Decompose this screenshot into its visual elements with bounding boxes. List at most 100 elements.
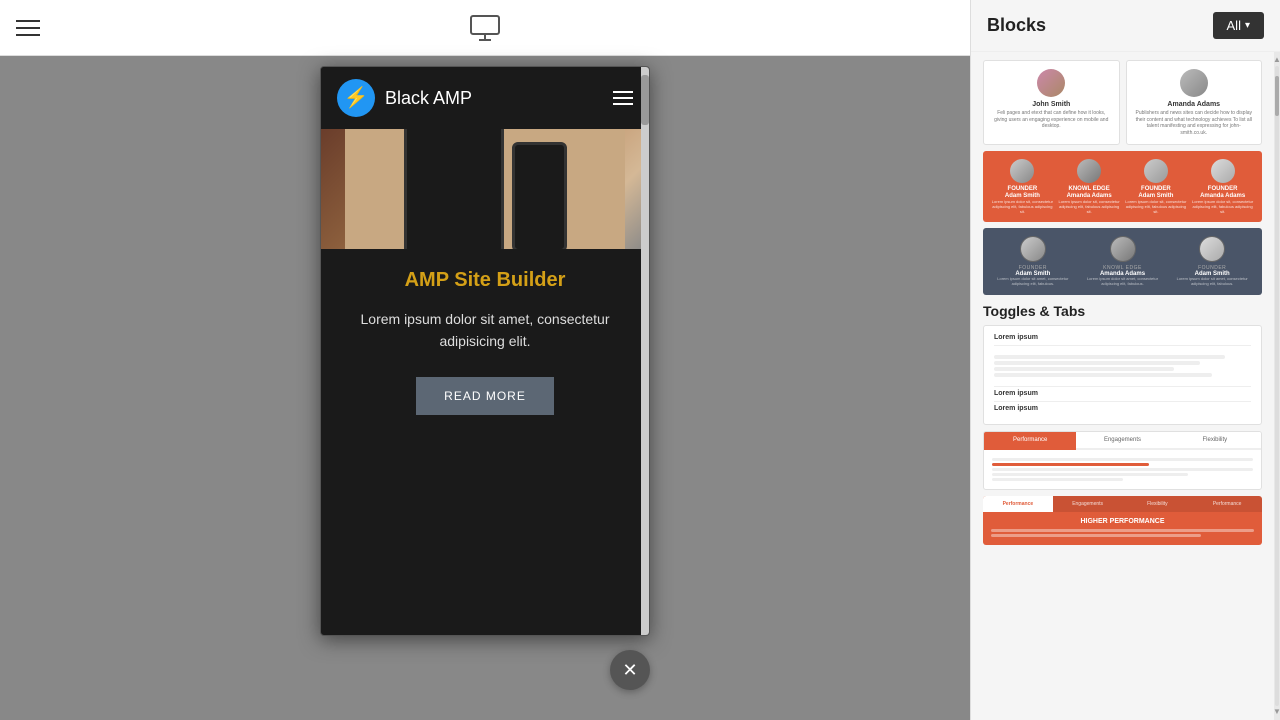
tabs-line-4 (992, 473, 1188, 476)
toggle-item-2: Lorem ipsum (994, 390, 1251, 397)
toggle-divider-2 (994, 386, 1251, 387)
phone-hero-image (321, 129, 649, 249)
tabs2-content: HIGHER PERFORMANCE (983, 512, 1262, 545)
tab-engagements[interactable]: Engagements (1076, 432, 1168, 450)
team-4col-desc-2: Lorem ipsum dolor sit, consectetur adipi… (1058, 200, 1121, 214)
phone-device-icon (512, 142, 567, 250)
phone-heading: AMP Site Builder (341, 269, 629, 292)
toggle-item-1: Lorem ipsum (994, 334, 1251, 341)
toggles-tabs-section-label: Toggles & Tabs (983, 303, 1262, 319)
tabs2-line-2 (991, 534, 1201, 537)
avatar-3col-3 (1199, 236, 1225, 262)
phone-content: AMP Site Builder Lorem ipsum dolor sit a… (321, 249, 649, 435)
tabs-content (984, 450, 1261, 489)
tabs-line-2 (992, 463, 1149, 466)
team-block-2col: John Smith Feli pages and etext that can… (983, 60, 1262, 145)
tabs-block-2[interactable]: Performance Engagements Flexibility (983, 431, 1262, 490)
toggle-divider-3 (994, 401, 1251, 402)
tablet-icon (404, 129, 504, 249)
tabs-line-1 (992, 458, 1253, 461)
lightning-icon: ⚡ (337, 79, 375, 117)
team-4col-item-4: FOUNDER Amanda Adams Lorem ipsum dolor s… (1191, 159, 1254, 214)
device-mockup (345, 129, 625, 249)
close-button[interactable]: ✕ (610, 650, 650, 690)
avatar-4col-4 (1211, 159, 1235, 183)
blocks-title: Blocks (987, 15, 1046, 36)
phone-body-text: Lorem ipsum dolor sit amet, consectetur … (341, 308, 629, 353)
team-3col-desc-2: Lorem ipsum dolor sit amet, consectetur … (1081, 277, 1165, 287)
phone-logo: ⚡ Black AMP (337, 79, 472, 117)
team-4col-desc-1: Lorem ipsum dolor sit, consectetur adipi… (991, 200, 1054, 214)
toggle-block-1[interactable]: Lorem ipsum Lorem ipsum Lorem ipsum (983, 325, 1262, 425)
avatar-4col-1 (1010, 159, 1034, 183)
scroll-up-arrow[interactable]: ▲ (1273, 56, 1280, 64)
avatar-2 (1180, 69, 1208, 97)
team-4col-item-1: FOUNDER Adam Smith Lorem ipsum dolor sit… (991, 159, 1054, 214)
tabs-block-3[interactable]: Performance Engagements Flexibility Perf… (983, 496, 1262, 545)
tab2-engagements[interactable]: Engagements (1053, 496, 1123, 512)
team-3col-item-3: FOUNDER Adam Smith Lorem ipsum dolor sit… (1170, 236, 1254, 287)
team-4col-desc-4: Lorem ipsum dolor sit, consectetur adipi… (1191, 200, 1254, 214)
team-3col-item-1: FOUNDER Adam Smith Lorem ipsum dolor sit… (991, 236, 1075, 287)
avatar-3col-1 (1020, 236, 1046, 262)
preview-area: ⚡ Black AMP AMP Site Builde (0, 56, 970, 720)
tab-performance[interactable]: Performance (984, 432, 1076, 450)
toggle-content-line-4 (994, 373, 1212, 377)
phone-brand-name: Black AMP (385, 88, 472, 109)
read-more-button[interactable]: READ MORE (416, 377, 554, 415)
all-filter-button[interactable]: All ▾ (1213, 12, 1264, 39)
team-name-1: John Smith (992, 101, 1111, 108)
team-4col-label-2: KNOWL EDGE (1058, 186, 1121, 192)
tabs-line-5 (992, 478, 1123, 481)
monitor-icon[interactable] (469, 14, 501, 42)
tab2-performance[interactable]: Performance (983, 496, 1053, 512)
toggle-content-line-1 (994, 355, 1225, 359)
avatar-4col-3 (1144, 159, 1168, 183)
team-name-2: Amanda Adams (1135, 101, 1254, 108)
tab2-flexibility[interactable]: Flexibility (1123, 496, 1193, 512)
close-icon: ✕ (622, 661, 637, 679)
blocks-content[interactable]: John Smith Feli pages and etext that can… (971, 52, 1274, 720)
tabs-header: Performance Engagements Flexibility (984, 432, 1261, 450)
toggle-divider-1 (994, 345, 1251, 346)
blocks-panel: Blocks All ▾ John Smith Feli pages and e… (970, 0, 1280, 720)
scrollbar-track (1275, 66, 1279, 706)
team-desc-1: Feli pages and etext that can define how… (992, 110, 1111, 130)
team-4col-desc-3: Lorem ipsum dolor sit, consectetur adipi… (1125, 200, 1188, 214)
scrollbar-thumb (641, 75, 649, 125)
team-desc-2: Publishers and news sites can decide how… (1135, 110, 1254, 136)
team-block-4col-orange[interactable]: FOUNDER Adam Smith Lorem ipsum dolor sit… (983, 151, 1262, 222)
team-4col-label-4: FOUNDER (1191, 186, 1254, 192)
team-card-1[interactable]: John Smith Feli pages and etext that can… (983, 60, 1120, 145)
scrollbar-thumb (1275, 76, 1279, 116)
phone-hamburger-icon[interactable] (613, 91, 633, 105)
toggle-item-3: Lorem ipsum (994, 405, 1251, 412)
avatar-1 (1037, 69, 1065, 97)
chevron-down-icon: ▾ (1245, 20, 1250, 31)
tabs2-line-1 (991, 529, 1254, 532)
team-4col-item-3: FOUNDER Adam Smith Lorem ipsum dolor sit… (1125, 159, 1188, 214)
tab-flexibility[interactable]: Flexibility (1169, 432, 1261, 450)
scroll-down-arrow[interactable]: ▼ (1273, 708, 1280, 716)
avatar-4col-2 (1077, 159, 1101, 183)
blocks-panel-scrollbar[interactable]: ▲ ▼ (1274, 52, 1280, 720)
team-block-3col-dark[interactable]: FOUNDER Adam Smith Lorem ipsum dolor sit… (983, 228, 1262, 295)
team-4col-label-3: FOUNDER (1125, 186, 1188, 192)
tabs-line-3 (992, 468, 1253, 471)
blocks-header: Blocks All ▾ (971, 0, 1280, 52)
team-card-2[interactable]: Amanda Adams Publishers and news sites c… (1126, 60, 1263, 145)
phone-frame: ⚡ Black AMP AMP Site Builde (320, 66, 650, 636)
toggle-content-line-2 (994, 361, 1200, 365)
team-3col-desc-3: Lorem ipsum dolor sit amet, consectetur … (1170, 277, 1254, 287)
team-4col-item-2: KNOWL EDGE Amanda Adams Lorem ipsum dolo… (1058, 159, 1121, 214)
phone-navbar: ⚡ Black AMP (321, 67, 649, 129)
phone-scrollbar[interactable] (641, 67, 649, 635)
team-3col-item-2: KNOWL EDGE Amanda Adams Lorem ipsum dolo… (1081, 236, 1165, 287)
tabs2-title: HIGHER PERFORMANCE (991, 518, 1254, 525)
toggle-content-line-3 (994, 367, 1174, 371)
tab2-performance2[interactable]: Performance (1192, 496, 1262, 512)
team-4col-label-1: FOUNDER (991, 186, 1054, 192)
avatar-3col-2 (1110, 236, 1136, 262)
menu-icon[interactable] (16, 20, 40, 36)
tabs2-header: Performance Engagements Flexibility Perf… (983, 496, 1262, 512)
